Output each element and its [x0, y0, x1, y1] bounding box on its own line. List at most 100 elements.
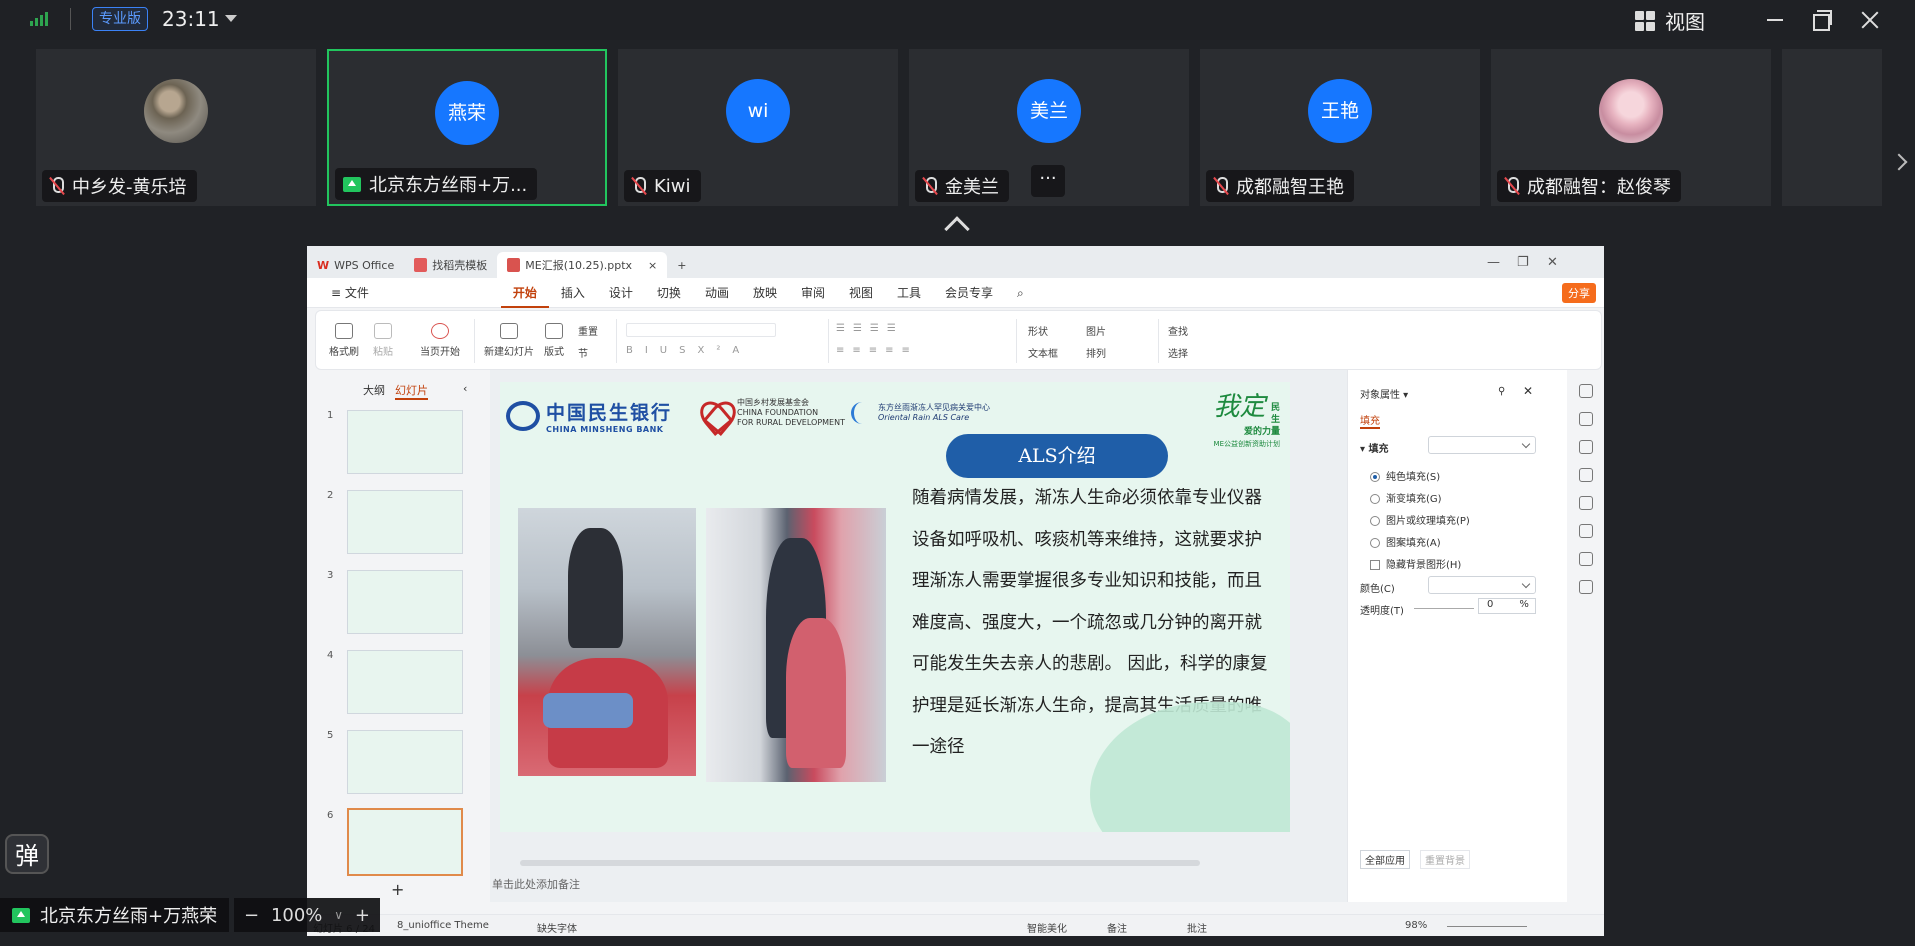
reset-button[interactable]: 重置	[578, 323, 598, 338]
tab-view[interactable]: 视图	[837, 278, 885, 308]
tab-slideshow[interactable]: 放映	[741, 278, 789, 308]
slide-title[interactable]: ALS介绍	[946, 434, 1168, 478]
paragraph-toolbar[interactable]: ☰☰☰☰	[836, 323, 904, 334]
tab-outline[interactable]: 大纲	[363, 382, 385, 398]
danmu-button[interactable]: 弹	[5, 834, 49, 874]
smart-beautify-button[interactable]: 智能美化	[1027, 920, 1067, 935]
collapse-strip-icon[interactable]	[944, 216, 970, 242]
participant-tile[interactable]: 成都融智：赵俊琴	[1491, 49, 1771, 206]
select-button[interactable]: 选择	[1168, 345, 1188, 360]
slide-thumbnail[interactable]	[347, 410, 463, 474]
new-tab-button[interactable]: +	[667, 252, 696, 278]
edition-badge[interactable]: 专业版	[92, 7, 148, 31]
apply-all-button[interactable]: 全部应用	[1360, 850, 1410, 869]
solid-fill-option[interactable]: 纯色填充(S)	[1370, 468, 1440, 483]
transparency-slider[interactable]	[1414, 608, 1474, 609]
close-button[interactable]	[1856, 6, 1884, 34]
zoom-in-button[interactable]: +	[355, 905, 370, 926]
slide-thumbnail[interactable]	[347, 490, 463, 554]
chevron-right-icon[interactable]	[1890, 153, 1908, 171]
notes-placeholder[interactable]: 单击此处添加备注	[492, 876, 580, 892]
tools-icon[interactable]	[1578, 496, 1593, 510]
tab-fill[interactable]: 填充	[1360, 412, 1380, 429]
view-button[interactable]: 视图	[1635, 6, 1705, 35]
find-button[interactable]: 查找	[1168, 323, 1188, 338]
tab-templates[interactable]: 找稻壳模板	[404, 252, 497, 278]
help-icon[interactable]	[1578, 552, 1593, 566]
format-painter-button[interactable]: 格式刷	[326, 323, 362, 358]
tab-insert[interactable]: 插入	[549, 278, 597, 308]
missing-font-warning[interactable]: 缺失字体	[537, 920, 577, 935]
minimize-button[interactable]	[1761, 6, 1789, 34]
play-from-current-button[interactable]: 当页开始	[416, 323, 464, 358]
tab-close-icon[interactable]: ×	[648, 259, 657, 272]
participant-tile[interactable]: 中乡发-黄乐培	[36, 49, 316, 206]
fill-type-select[interactable]	[1428, 436, 1536, 454]
pin-icon[interactable]: ⚲	[1498, 386, 1505, 397]
format-icon[interactable]	[1578, 468, 1593, 482]
shape-button[interactable]: 形状	[1028, 323, 1048, 338]
care-photo-2[interactable]	[706, 508, 886, 782]
close-icon[interactable]: ✕	[1523, 384, 1533, 398]
slide-thumbnail[interactable]	[347, 650, 463, 714]
collapse-panel-icon[interactable]: ‹	[463, 382, 467, 395]
share-icon[interactable]	[1578, 580, 1593, 594]
search-icon[interactable]: ⌕	[1005, 278, 1036, 308]
add-slide-button[interactable]: +	[391, 880, 404, 899]
color-select[interactable]	[1428, 576, 1536, 594]
theme-name[interactable]: 8_unioffice Theme	[397, 920, 489, 931]
pattern-fill-option[interactable]: 图案填充(A)	[1370, 534, 1441, 549]
tab-animation[interactable]: 动画	[693, 278, 741, 308]
tab-home[interactable]: 开始	[500, 278, 549, 308]
participant-tile[interactable]: wi Kiwi	[618, 49, 898, 206]
panel-title[interactable]: 对象属性 ▾	[1360, 386, 1408, 401]
fill-section-header[interactable]: ▾ 填充	[1360, 440, 1389, 455]
hide-background-checkbox[interactable]: 隐藏背景图形(H)	[1370, 556, 1461, 571]
horizontal-scrollbar[interactable]	[520, 860, 1200, 866]
layout-button[interactable]: 版式	[538, 323, 570, 358]
transparency-input[interactable]: 0%	[1478, 598, 1536, 614]
slide-thumbnail[interactable]	[347, 570, 463, 634]
tab-transition[interactable]: 切换	[645, 278, 693, 308]
close-icon[interactable]: ✕	[1547, 255, 1558, 270]
reset-background-button[interactable]: 重置背景	[1420, 850, 1470, 869]
tab-member[interactable]: 会员专享	[933, 278, 1005, 308]
minimize-icon[interactable]: —	[1487, 255, 1500, 270]
font-family-select[interactable]	[626, 323, 776, 337]
zoom-dropdown-caret[interactable]: ∨	[334, 908, 343, 922]
participant-tile-active[interactable]: 燕荣 北京东方丝雨+万...	[327, 49, 607, 206]
arrange-button[interactable]: 排列	[1086, 345, 1106, 360]
picture-button[interactable]: 图片	[1086, 323, 1106, 338]
slide-canvas[interactable]: 中国民生银行 CHINA MINSHENG BANK 中国乡村发展基金会 CHI…	[500, 382, 1290, 832]
file-menu[interactable]: ≡ 文件	[319, 278, 381, 308]
tab-tools[interactable]: 工具	[885, 278, 933, 308]
textbox-button[interactable]: 文本框	[1028, 345, 1058, 360]
chevron-down-icon[interactable]	[225, 15, 237, 22]
book-icon[interactable]	[1578, 524, 1593, 538]
restore-button[interactable]	[1808, 6, 1836, 34]
slide-thumbnail-selected[interactable]	[347, 808, 463, 876]
star-icon[interactable]	[1578, 412, 1593, 426]
paste-button[interactable]: 粘贴	[368, 323, 398, 358]
copy-icon[interactable]	[1578, 440, 1593, 454]
tab-slides[interactable]: 幻灯片	[395, 382, 428, 400]
share-button[interactable]: 分享	[1562, 283, 1596, 303]
tab-design[interactable]: 设计	[597, 278, 645, 308]
restore-icon[interactable]: ❐	[1517, 255, 1529, 270]
picture-fill-option[interactable]: 图片或纹理填充(P)	[1370, 512, 1470, 527]
tab-current-doc[interactable]: ME汇报(10.25).pptx ×	[497, 252, 668, 278]
tab-review[interactable]: 审阅	[789, 278, 837, 308]
tab-wps-office[interactable]: W WPS Office	[307, 252, 404, 278]
slide-thumbnail[interactable]	[347, 730, 463, 794]
participant-tile[interactable]: 王艳 成都融智王艳	[1200, 49, 1480, 206]
more-options-button[interactable]: ···	[1031, 165, 1065, 197]
notes-button[interactable]: 备注	[1107, 920, 1127, 935]
participant-tile-partial[interactable]	[1782, 49, 1882, 206]
comments-button[interactable]: 批注	[1187, 920, 1207, 935]
alignment-toolbar[interactable]: ≡≡≡≡≡	[836, 345, 918, 356]
section-button[interactable]: 节	[578, 345, 588, 360]
care-photo-1[interactable]	[518, 508, 696, 776]
font-style-toolbar[interactable]: BIUSX²A	[626, 345, 751, 356]
zoom-slider[interactable]	[1447, 926, 1527, 927]
new-slide-button[interactable]: 新建幻灯片	[481, 323, 537, 358]
